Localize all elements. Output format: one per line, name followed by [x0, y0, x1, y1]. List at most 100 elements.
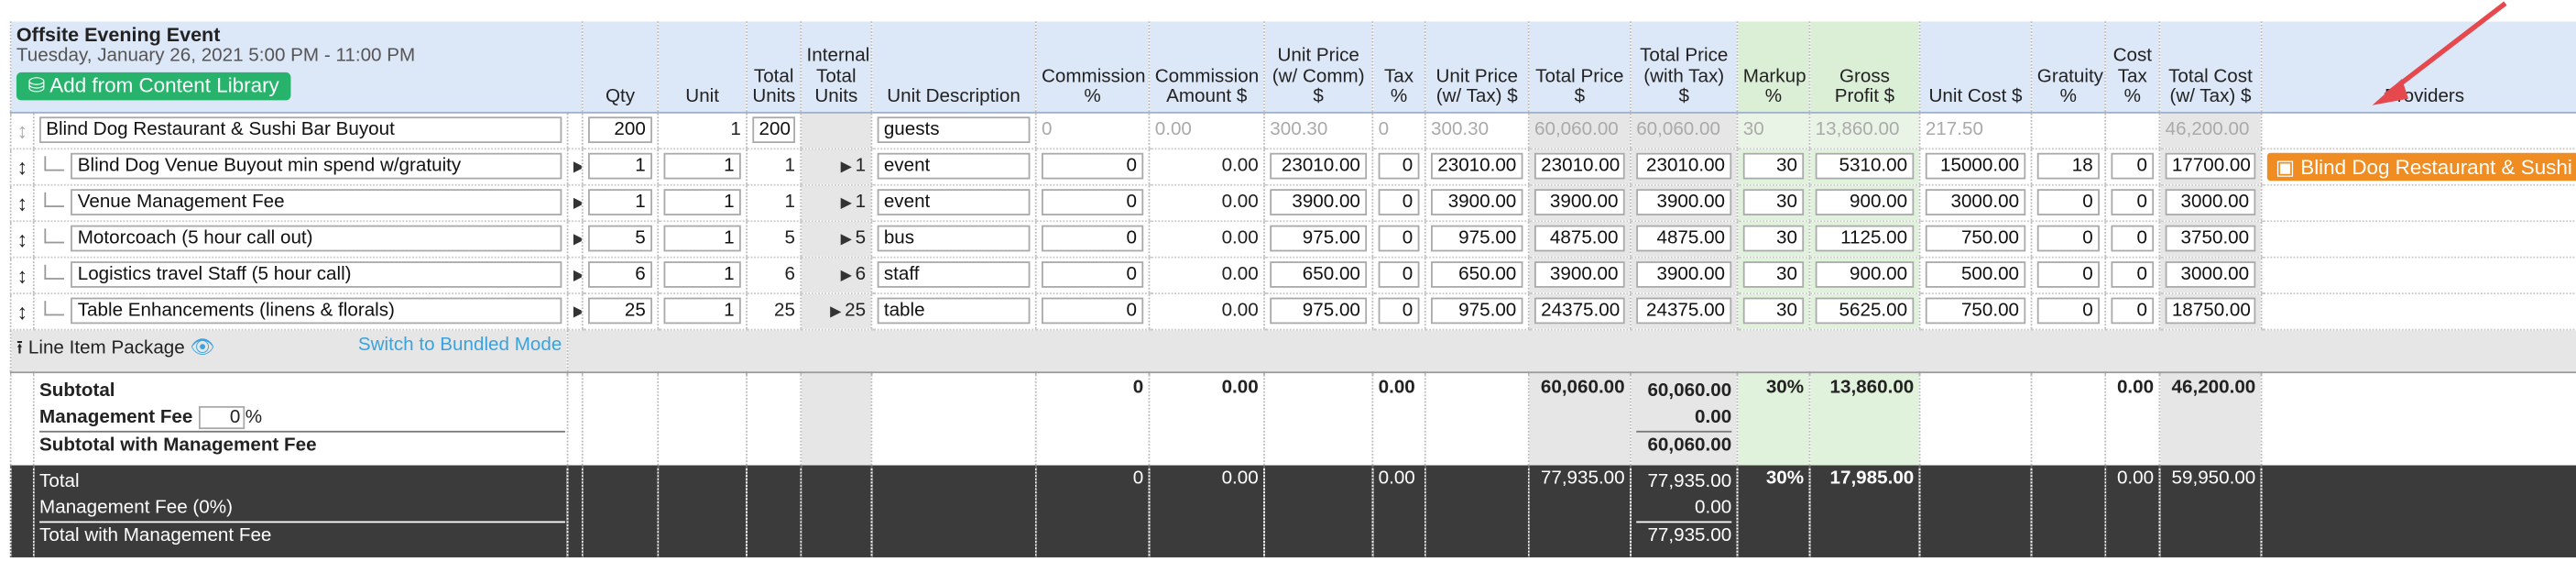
expand-arrow-icon[interactable]: ▶: [830, 303, 845, 319]
item-unit-cost-input[interactable]: 15000.00: [1925, 152, 2026, 180]
item-unit-input[interactable]: 1: [663, 152, 741, 180]
expand-arrow-icon[interactable]: ▶: [566, 220, 583, 258]
item-unit-price-comm-input[interactable]: 975.00: [1270, 225, 1368, 252]
item-unit-price-tax-input[interactable]: 3900.00: [1431, 189, 1523, 215]
expand-arrow-icon[interactable]: ▶: [841, 267, 856, 283]
item-markup-input[interactable]: 30: [1742, 297, 1805, 325]
package-qty-input[interactable]: 200: [588, 116, 652, 144]
item-unit-cost-input[interactable]: 750.00: [1925, 297, 2026, 325]
item-gratuity-input[interactable]: 0: [2036, 189, 2100, 215]
item-qty-input[interactable]: 1: [588, 189, 652, 215]
item-tax-pct-input[interactable]: 0: [1378, 261, 1420, 288]
item-unit-price-comm-input[interactable]: 23010.00: [1270, 152, 1368, 180]
provider-button[interactable]: ▣ Blind Dog Restaurant & Sushi Bar: [2266, 151, 2576, 181]
item-qty-input[interactable]: 25: [588, 297, 652, 325]
item-total-price-input[interactable]: 3900.00: [1534, 189, 1625, 215]
item-unit-price-tax-input[interactable]: 23010.00: [1431, 152, 1523, 180]
expand-arrow-icon[interactable]: ▶: [566, 292, 583, 330]
drag-handle-icon[interactable]: ↕: [9, 148, 34, 185]
item-tax-pct-input[interactable]: 0: [1378, 225, 1420, 252]
item-markup-input[interactable]: 30: [1742, 152, 1805, 180]
item-gratuity-input[interactable]: 0: [2036, 297, 2100, 325]
drag-handle-icon[interactable]: ↕: [9, 220, 34, 258]
item-total-price-input[interactable]: 3900.00: [1534, 261, 1625, 288]
item-total-cost-input[interactable]: 3000.00: [2165, 261, 2256, 288]
package-total-units[interactable]: 200: [752, 116, 795, 144]
item-unit-input[interactable]: 1: [663, 261, 741, 288]
expand-arrow-icon[interactable]: ▶: [566, 183, 583, 222]
item-total-price-tax-input[interactable]: 23010.00: [1636, 152, 1732, 180]
item-cost-tax-input[interactable]: 0: [2111, 189, 2155, 215]
item-commission-pct-input[interactable]: 0: [1041, 189, 1144, 215]
item-cost-tax-input[interactable]: 0: [2111, 297, 2155, 325]
item-markup-input[interactable]: 30: [1742, 189, 1805, 215]
item-gross-profit-input[interactable]: 5625.00: [1815, 297, 1915, 325]
item-markup-input[interactable]: 30: [1742, 261, 1805, 288]
drag-handle-icon[interactable]: ↕: [9, 292, 34, 330]
item-total-cost-input[interactable]: 3000.00: [2165, 189, 2256, 215]
item-total-price-tax-input[interactable]: 3900.00: [1636, 189, 1732, 215]
item-name-input[interactable]: Table Enhancements (linens & florals): [71, 297, 562, 325]
item-gross-profit-input[interactable]: 5310.00: [1815, 152, 1915, 180]
item-unit-desc-input[interactable]: table: [877, 297, 1031, 325]
item-unit-price-comm-input[interactable]: 975.00: [1270, 297, 1368, 325]
item-total-price-tax-input[interactable]: 24375.00: [1636, 297, 1732, 325]
package-name-input[interactable]: Blind Dog Restaurant & Sushi Bar Buyout: [39, 116, 562, 144]
item-cost-tax-input[interactable]: 0: [2111, 152, 2155, 180]
item-gross-profit-input[interactable]: 900.00: [1815, 261, 1915, 288]
item-tax-pct-input[interactable]: 0: [1378, 152, 1420, 180]
item-unit-price-tax-input[interactable]: 975.00: [1431, 225, 1523, 252]
item-gross-profit-input[interactable]: 900.00: [1815, 189, 1915, 215]
switch-to-bundled-mode-link[interactable]: Switch to Bundled Mode: [358, 335, 562, 355]
item-total-price-input[interactable]: 4875.00: [1534, 225, 1625, 252]
item-gratuity-input[interactable]: 0: [2036, 261, 2100, 288]
item-unit-cost-input[interactable]: 500.00: [1925, 261, 2026, 288]
item-name-input[interactable]: Venue Management Fee: [71, 189, 562, 215]
item-tax-pct-input[interactable]: 0: [1378, 189, 1420, 215]
item-unit-price-comm-input[interactable]: 3900.00: [1270, 189, 1368, 215]
item-gross-profit-input[interactable]: 1125.00: [1815, 225, 1915, 252]
expand-arrow-icon[interactable]: ▶: [566, 256, 583, 294]
item-total-cost-input[interactable]: 18750.00: [2165, 297, 2256, 325]
item-commission-pct-input[interactable]: 0: [1041, 225, 1144, 252]
item-unit-price-comm-input[interactable]: 650.00: [1270, 261, 1368, 288]
add-from-content-library-button[interactable]: ⛁ Add from Content Library: [16, 72, 291, 100]
drag-handle-icon[interactable]: ↕: [9, 256, 34, 294]
item-commission-pct-input[interactable]: 0: [1041, 297, 1144, 325]
item-unit-price-tax-input[interactable]: 650.00: [1431, 261, 1523, 288]
item-total-price-tax-input[interactable]: 3900.00: [1636, 261, 1732, 288]
expand-arrow-icon[interactable]: ▶: [841, 194, 856, 211]
item-name-input[interactable]: Logistics travel Staff (5 hour call): [71, 261, 562, 288]
item-qty-input[interactable]: 5: [588, 225, 652, 252]
item-commission-pct-input[interactable]: 0: [1041, 261, 1144, 288]
item-tax-pct-input[interactable]: 0: [1378, 297, 1420, 325]
item-total-cost-input[interactable]: 17700.00: [2165, 152, 2256, 180]
item-unit-cost-input[interactable]: 750.00: [1925, 225, 2026, 252]
item-gratuity-input[interactable]: 18: [2036, 152, 2100, 180]
item-unit-input[interactable]: 1: [663, 297, 741, 325]
drag-handle-icon[interactable]: ↕: [9, 183, 34, 222]
item-unit-price-tax-input[interactable]: 975.00: [1431, 297, 1523, 325]
management-fee-input[interactable]: 0: [199, 405, 246, 429]
expand-arrow-icon[interactable]: ▶: [566, 148, 583, 185]
item-total-price-input[interactable]: 24375.00: [1534, 297, 1625, 325]
item-total-price-input[interactable]: 23010.00: [1534, 152, 1625, 180]
item-unit-input[interactable]: 1: [663, 225, 741, 252]
item-unit-desc-input[interactable]: event: [877, 152, 1031, 180]
expand-arrow-icon[interactable]: ▶: [841, 158, 856, 174]
item-unit-input[interactable]: 1: [663, 189, 741, 215]
item-name-input[interactable]: Blind Dog Venue Buyout min spend w/gratu…: [71, 152, 562, 180]
item-unit-cost-input[interactable]: 3000.00: [1925, 189, 2026, 215]
item-unit-desc-input[interactable]: bus: [877, 225, 1031, 252]
package-unit-desc-input[interactable]: guests: [877, 116, 1031, 144]
item-cost-tax-input[interactable]: 0: [2111, 261, 2155, 288]
item-cost-tax-input[interactable]: 0: [2111, 225, 2155, 252]
item-total-price-tax-input[interactable]: 4875.00: [1636, 225, 1732, 252]
drag-handle-icon[interactable]: ↕: [9, 111, 34, 149]
item-commission-pct-input[interactable]: 0: [1041, 152, 1144, 180]
item-markup-input[interactable]: 30: [1742, 225, 1805, 252]
item-name-input[interactable]: Motorcoach (5 hour call out): [71, 225, 562, 252]
eye-icon[interactable]: 👁: [190, 335, 214, 358]
item-unit-desc-input[interactable]: event: [877, 189, 1031, 215]
item-total-cost-input[interactable]: 3750.00: [2165, 225, 2256, 252]
